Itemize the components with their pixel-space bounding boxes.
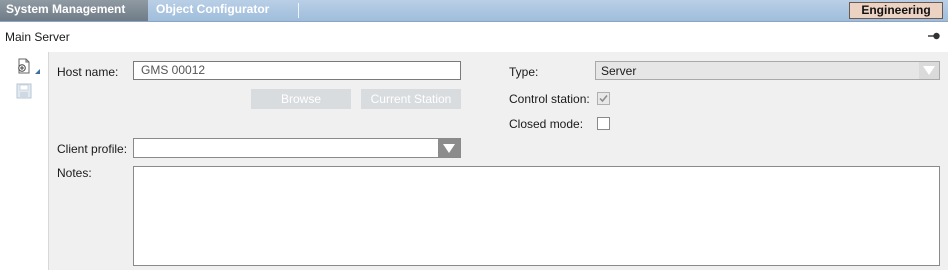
top-tab-bar: System Management Object Configurator En… (0, 0, 948, 22)
closed-mode-label: Closed mode: (509, 117, 584, 131)
detail-panel: Host name: GMS 00012 Browse Current Stat… (49, 52, 948, 270)
type-label: Type: (509, 65, 539, 79)
browse-button[interactable]: Browse (251, 89, 351, 109)
notes-textarea[interactable] (133, 166, 940, 266)
host-name-input[interactable]: GMS 00012 (133, 61, 461, 80)
tab-system-management[interactable]: System Management (0, 0, 148, 21)
new-document-icon[interactable] (16, 58, 42, 76)
checkmark-icon (599, 95, 608, 103)
control-station-checkbox[interactable] (597, 92, 610, 105)
client-profile-dropdown[interactable] (133, 138, 461, 158)
engineering-mode-button[interactable]: Engineering (849, 2, 943, 19)
page-title: Main Server (5, 30, 70, 44)
left-toolbar (0, 52, 49, 270)
save-icon (16, 83, 32, 99)
tab-object-configurator[interactable]: Object Configurator (150, 0, 298, 21)
current-station-button[interactable]: Current Station (361, 89, 461, 109)
chevron-down-icon[interactable] (919, 62, 939, 79)
notes-label: Notes: (57, 166, 92, 180)
tab-separator (298, 3, 299, 18)
control-station-label: Control station: (509, 92, 590, 106)
type-value: Server (601, 64, 637, 78)
type-dropdown[interactable]: Server (595, 61, 940, 80)
pin-icon[interactable] (928, 31, 940, 41)
client-profile-label: Client profile: (57, 142, 128, 156)
closed-mode-checkbox[interactable] (597, 117, 610, 130)
host-name-label: Host name: (57, 65, 119, 79)
chevron-down-icon[interactable] (438, 139, 460, 157)
